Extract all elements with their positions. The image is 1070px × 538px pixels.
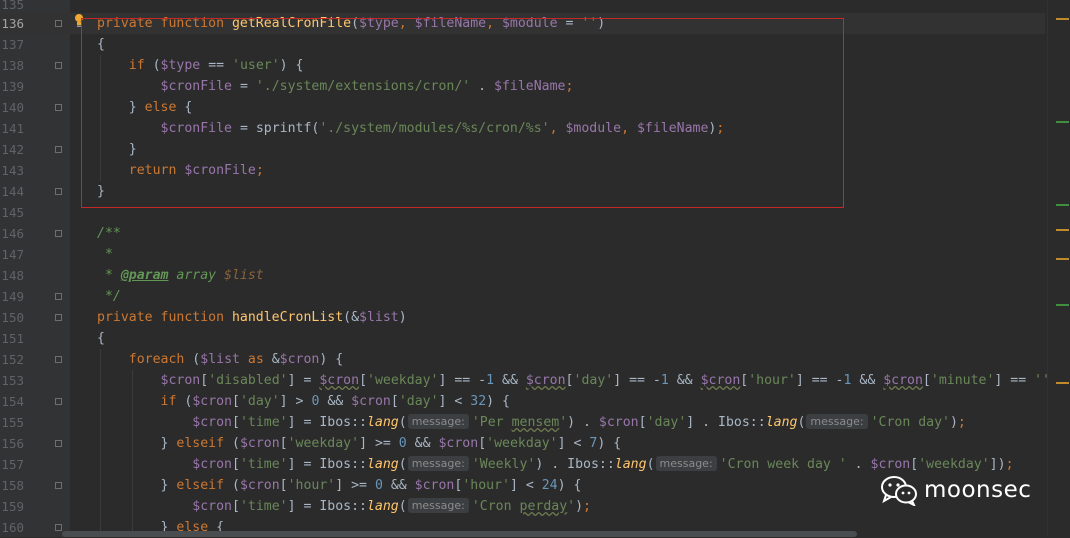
line-number: 140 (1, 100, 24, 115)
fold-marker-icon[interactable] (55, 20, 62, 27)
line-number: 146 (1, 226, 24, 241)
code-line: $cron['time'] = Ibos::lang(message: 'Week… (192, 456, 1014, 472)
fold-marker-icon[interactable] (55, 104, 62, 111)
line-number: 142 (1, 142, 24, 157)
fold-marker-icon[interactable] (55, 482, 62, 489)
error-stripe-scrollbar[interactable] (1047, 0, 1070, 537)
line-number: 144 (1, 184, 24, 199)
horizontal-scrollbar[interactable] (62, 531, 857, 537)
line-number: 156 (1, 436, 24, 451)
line-number: 147 (1, 247, 24, 262)
code-line: foreach ($list as &$cron) { (128, 352, 344, 367)
fold-marker-icon[interactable] (55, 230, 62, 237)
code-line: } elseif ($cron['hour'] >= 0 && $cron['h… (97, 478, 582, 493)
code-line: if ($cron['day'] > 0 && $cron['day'] < 3… (160, 394, 510, 409)
line-number: 143 (1, 163, 24, 178)
line-number: 160 (1, 520, 24, 535)
line-number: 137 (1, 37, 24, 52)
code-line: $cron['time'] = Ibos::lang(message: 'Per … (192, 414, 966, 430)
line-number-current: 136 (1, 16, 24, 31)
code-line: /** (97, 226, 121, 241)
highlight-box (81, 18, 844, 208)
warning-marker[interactable] (1056, 258, 1069, 260)
line-number: 158 (1, 478, 24, 493)
fold-marker-icon[interactable] (55, 188, 62, 195)
fold-marker-icon[interactable] (55, 146, 62, 153)
warning-marker[interactable] (1056, 229, 1069, 231)
fold-marker-icon[interactable] (55, 293, 62, 300)
parameter-hint: message: (407, 414, 469, 429)
code-line: * (97, 247, 113, 262)
code-line: */ (97, 289, 121, 304)
code-line: $cron['disabled'] = $cron['weekday'] == … (160, 373, 1047, 388)
line-number: 141 (1, 121, 24, 136)
line-number: 138 (1, 58, 24, 73)
line-number: 139 (1, 79, 24, 94)
code-line: * @param array $list (97, 268, 264, 283)
warning-marker[interactable] (1056, 382, 1069, 384)
line-number: 153 (1, 373, 24, 388)
line-number: 157 (1, 457, 24, 472)
wechat-icon (881, 476, 917, 506)
parameter-hint: message: (407, 498, 469, 513)
line-number: 151 (1, 331, 24, 346)
fold-marker-icon[interactable] (55, 440, 62, 447)
parameter-hint: message: (655, 456, 717, 471)
line-number: 148 (1, 268, 24, 283)
parameter-hint: message: (407, 456, 469, 471)
fold-marker-icon[interactable] (55, 524, 62, 531)
watermark-text: moonsec (924, 477, 1032, 503)
code-line: $cron['time'] = Ibos::lang(message: 'Cron… (192, 498, 591, 514)
fold-marker-icon[interactable] (55, 62, 62, 69)
code-line: } elseif ($cron['weekday'] >= 0 && $cron… (97, 436, 622, 451)
line-number: 159 (1, 499, 24, 514)
line-number: 150 (1, 310, 24, 325)
code-line: private function handleCronList(&$list) (97, 310, 407, 325)
fold-marker-icon[interactable] (55, 314, 62, 321)
line-number: 152 (1, 352, 24, 367)
fold-marker-icon[interactable] (55, 398, 62, 405)
line-number: 155 (1, 415, 24, 430)
fold-marker-icon[interactable] (55, 356, 62, 363)
line-number: 145 (1, 205, 24, 220)
line-number: 154 (1, 394, 24, 409)
ide-editor-window: { "editor": { "current_line": "136", "li… (0, 0, 1070, 537)
code-line: { (97, 331, 105, 346)
change-marker[interactable] (1056, 204, 1069, 206)
parameter-hint: message: (806, 414, 868, 429)
line-number: 149 (1, 289, 24, 304)
warning-marker[interactable] (1056, 18, 1069, 20)
watermark: moonsec (880, 474, 1031, 506)
change-marker[interactable] (1056, 121, 1069, 123)
change-marker[interactable] (1056, 304, 1069, 306)
